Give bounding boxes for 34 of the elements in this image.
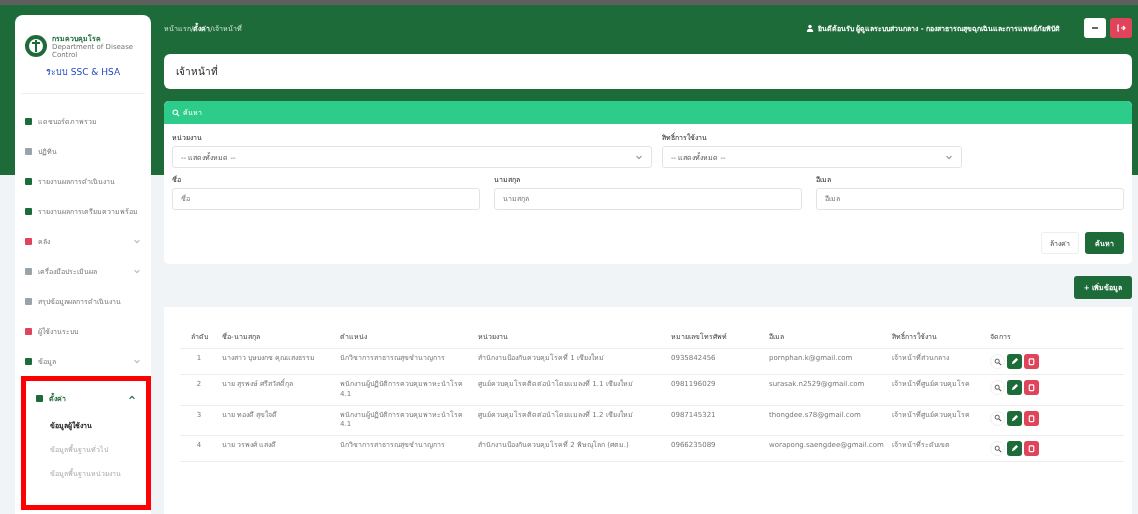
delete-button[interactable] bbox=[1024, 441, 1039, 457]
magnifier-icon bbox=[993, 444, 1002, 453]
trash-icon bbox=[1027, 444, 1036, 454]
view-button[interactable] bbox=[990, 380, 1005, 395]
trash-icon bbox=[1027, 383, 1036, 392]
trash-icon bbox=[1027, 413, 1036, 423]
edit-button[interactable] bbox=[1007, 380, 1022, 395]
trash-icon bbox=[1027, 357, 1036, 366]
pencil-icon bbox=[1010, 413, 1019, 423]
magnifier-icon bbox=[993, 357, 1002, 366]
caret-icon bbox=[635, 153, 643, 161]
user-icon bbox=[805, 24, 814, 32]
view-button[interactable] bbox=[990, 441, 1005, 457]
pencil-icon bbox=[1010, 444, 1019, 454]
edit-button[interactable] bbox=[1007, 354, 1022, 369]
magnifier-icon bbox=[993, 414, 1002, 423]
emblem-icon bbox=[24, 34, 48, 59]
minimize-button[interactable] bbox=[1084, 18, 1106, 38]
pencil-icon bbox=[1010, 357, 1019, 366]
logout-button[interactable] bbox=[1110, 18, 1132, 38]
pencil-icon bbox=[1010, 383, 1019, 392]
search-icon bbox=[172, 108, 180, 117]
delete-button[interactable] bbox=[1024, 410, 1039, 426]
view-button[interactable] bbox=[990, 410, 1005, 426]
view-button[interactable] bbox=[990, 354, 1005, 369]
delete-button[interactable] bbox=[1024, 354, 1039, 369]
logout-icon bbox=[1116, 23, 1126, 33]
delete-button[interactable] bbox=[1024, 380, 1039, 395]
page-title: เจ้าหน้าที่ bbox=[176, 64, 218, 79]
caret-icon bbox=[945, 153, 953, 161]
magnifier-icon bbox=[993, 383, 1002, 392]
system-name: ระบบ SSC & HSA bbox=[45, 66, 121, 80]
edit-button[interactable] bbox=[1007, 410, 1022, 426]
edit-button[interactable] bbox=[1007, 441, 1022, 457]
